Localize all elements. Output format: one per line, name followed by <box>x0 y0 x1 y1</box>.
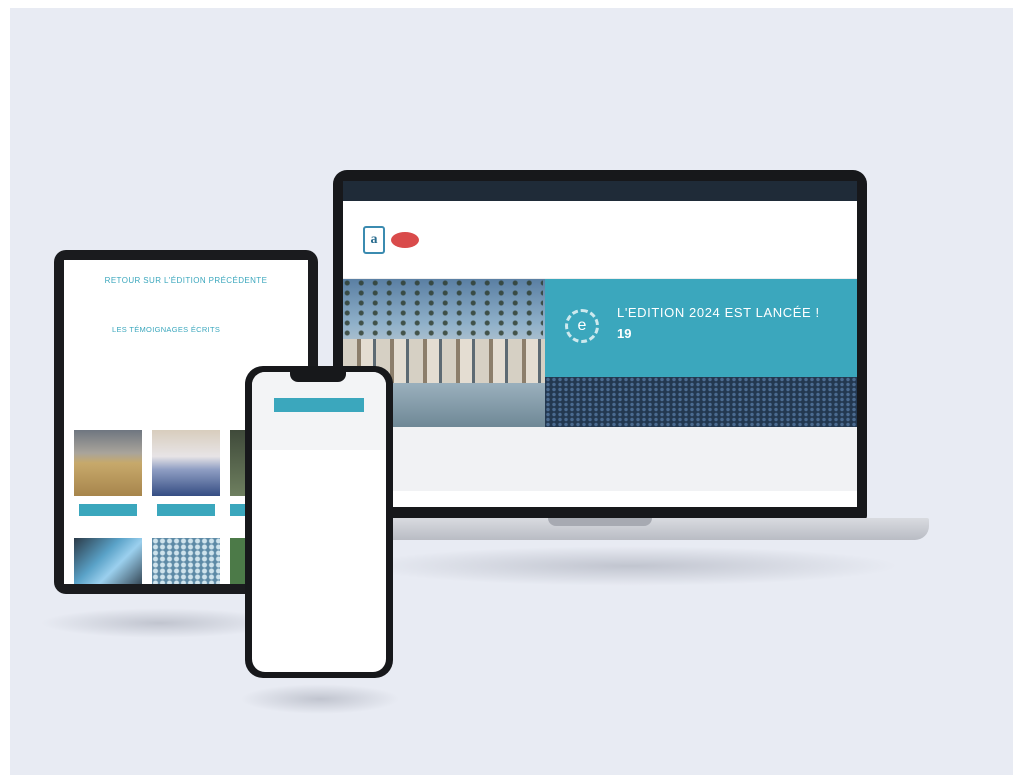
tablet-card-button[interactable] <box>79 504 137 516</box>
tablet-shadow <box>40 608 280 638</box>
lake-landscape-image <box>152 430 220 496</box>
site-logo[interactable]: a <box>363 225 463 254</box>
laptop-shadow <box>360 546 900 586</box>
laptop-hinge-notch <box>548 518 652 526</box>
site-topbar <box>343 181 857 201</box>
phone-shadow <box>240 684 400 714</box>
tablet-thumb-row-1 <box>74 430 255 516</box>
tablet-stats-grid <box>64 295 308 303</box>
countdown-info <box>439 458 599 460</box>
phone-cta-button[interactable] <box>274 398 364 412</box>
site-header: a <box>343 201 857 279</box>
countdown-section <box>343 427 857 491</box>
tablet-card-button[interactable] <box>157 504 215 516</box>
solar-panels-image <box>152 538 220 584</box>
phone-screen <box>252 372 386 672</box>
laptop-screen: a e L'EDITION 2024 EST LANCÉE ! 19 <box>343 181 857 507</box>
hero-photo-foliage <box>343 279 543 339</box>
hero-subline: 19 <box>617 326 857 341</box>
phone-header <box>252 372 386 450</box>
phone-notch <box>290 370 346 382</box>
phone-list <box>252 450 386 462</box>
hero-audience-photo <box>545 377 857 427</box>
hero-right: e L'EDITION 2024 EST LANCÉE ! 19 <box>545 279 857 427</box>
tablet-thumb-row-2 <box>74 538 250 584</box>
tablet-subtitle: LES TÉMOIGNAGES ÉCRITS <box>112 325 221 334</box>
logo-icon: a <box>363 225 385 254</box>
content-strip <box>435 493 781 507</box>
hero-section: e L'EDITION 2024 EST LANCÉE ! 19 <box>343 279 857 427</box>
tablet-card <box>152 430 220 516</box>
partner-logo-icon <box>391 231 419 248</box>
gear-badge-icon: e <box>565 309 599 343</box>
wheat-field-image <box>74 430 142 496</box>
device-image <box>74 538 142 584</box>
tablet-title: RETOUR SUR L'ÉDITION PRÉCÉDENTE <box>104 276 268 285</box>
hero-edition-number: 19 <box>617 326 632 341</box>
hero-title: L'EDITION 2024 EST LANCÉE ! <box>617 305 820 320</box>
tablet-card <box>74 430 142 516</box>
hero-banner: e L'EDITION 2024 EST LANCÉE ! 19 <box>545 279 857 377</box>
